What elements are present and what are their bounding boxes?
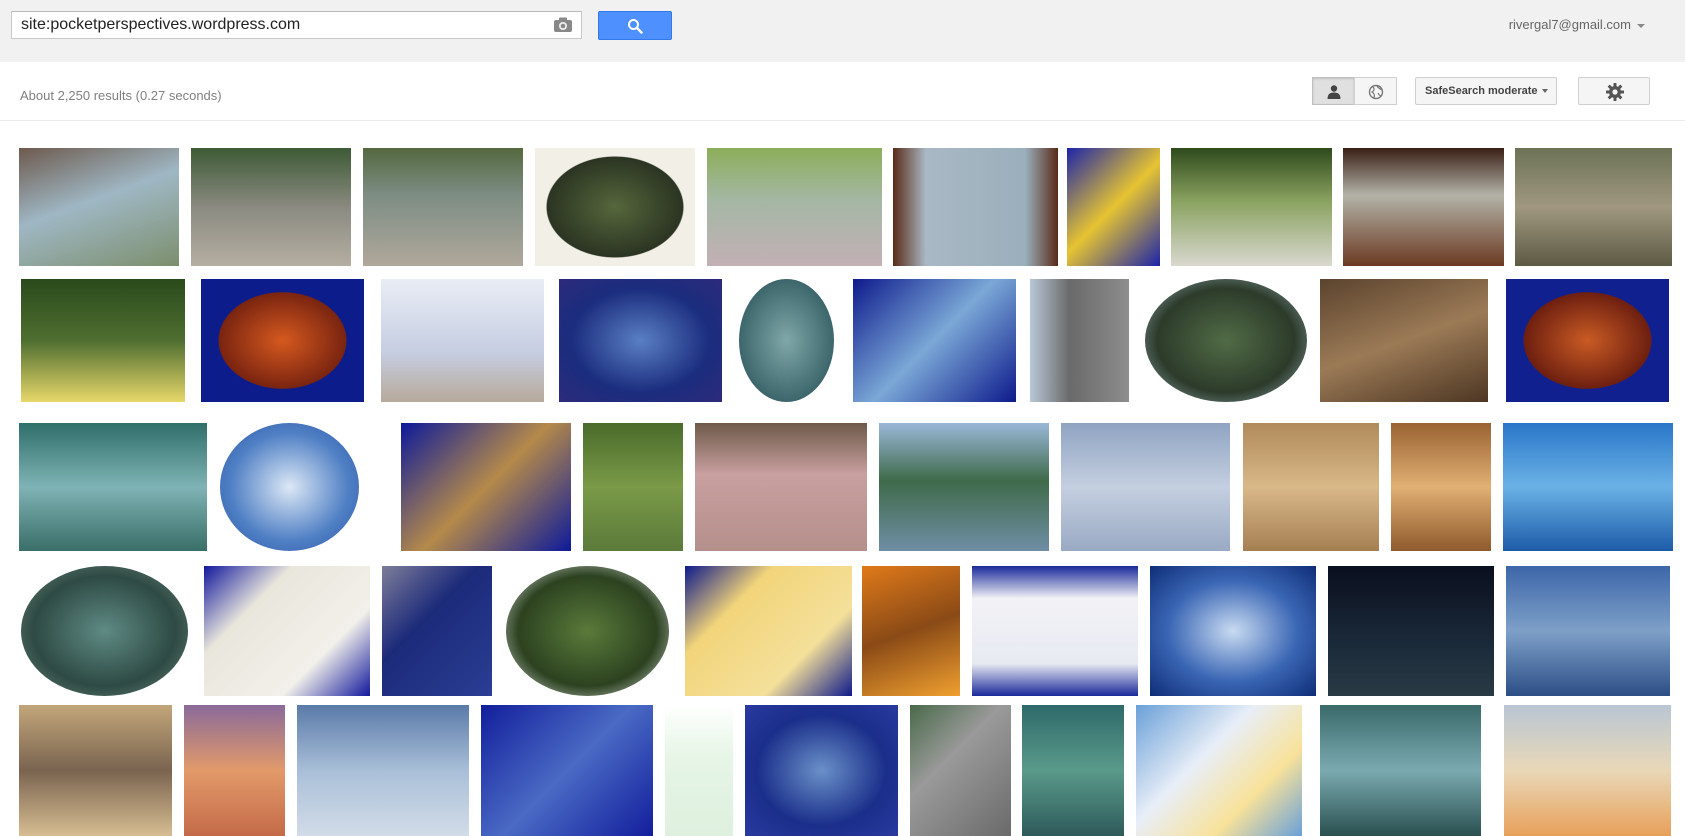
image-result-thumbnail[interactable] [19,423,207,551]
image-result-thumbnail[interactable] [184,705,285,836]
safesearch-label: SafeSearch moderate [1425,85,1538,97]
image-result-thumbnail[interactable] [739,279,834,402]
image-result-thumbnail[interactable] [204,566,370,696]
image-result-thumbnail[interactable] [1022,705,1124,836]
image-result-thumbnail[interactable] [695,423,867,551]
image-result-thumbnail[interactable] [1320,279,1488,402]
image-result-thumbnail[interactable] [220,423,359,551]
image-result-thumbnail[interactable] [862,566,960,696]
camera-icon[interactable] [552,16,574,34]
image-result-thumbnail[interactable] [559,279,722,402]
top-bar: rivergal7@gmail.com [0,0,1685,63]
image-result-thumbnail[interactable] [19,148,179,266]
image-result-thumbnail[interactable] [19,705,172,836]
image-result-thumbnail[interactable] [1061,423,1230,551]
image-result-thumbnail[interactable] [21,566,188,696]
image-result-thumbnail[interactable] [583,423,683,551]
image-result-thumbnail[interactable] [1328,566,1494,696]
image-result-thumbnail[interactable] [506,566,669,696]
image-result-thumbnail[interactable] [1150,566,1316,696]
image-result-thumbnail[interactable] [853,279,1016,402]
image-result-thumbnail[interactable] [1136,705,1302,836]
image-result-thumbnail[interactable] [21,279,185,402]
image-result-thumbnail[interactable] [893,148,1058,266]
image-result-thumbnail[interactable] [685,566,852,696]
settings-button[interactable] [1578,77,1650,105]
chevron-down-icon [1541,89,1548,94]
magnifier-icon [628,19,643,34]
image-result-thumbnail[interactable] [481,705,653,836]
image-result-thumbnail[interactable] [401,423,571,551]
image-result-thumbnail[interactable] [191,148,351,266]
image-result-thumbnail[interactable] [535,148,695,266]
image-results-grid [0,120,1685,836]
search-box[interactable] [11,11,582,39]
image-result-thumbnail[interactable] [382,566,492,696]
image-result-thumbnail[interactable] [1030,279,1129,402]
image-result-thumbnail[interactable] [1145,279,1307,402]
image-result-thumbnail[interactable] [1504,705,1671,836]
image-result-thumbnail[interactable] [363,148,523,266]
search-button[interactable] [598,11,672,40]
image-result-thumbnail[interactable] [1515,148,1672,266]
results-stats: About 2,250 results (0.27 seconds) [20,88,222,103]
image-result-thumbnail[interactable] [665,705,733,836]
personal-results-button[interactable] [1312,77,1355,105]
image-result-thumbnail[interactable] [381,279,544,402]
image-result-thumbnail[interactable] [1067,148,1160,266]
image-result-thumbnail[interactable] [1506,279,1669,402]
chevron-down-icon [1637,23,1645,28]
image-result-thumbnail[interactable] [707,148,882,266]
image-result-thumbnail[interactable] [1506,566,1670,696]
hide-personal-results-button[interactable] [1354,77,1397,105]
search-input[interactable] [12,12,547,38]
image-result-thumbnail[interactable] [1391,423,1491,551]
image-result-thumbnail[interactable] [910,705,1011,836]
results-toolbar: About 2,250 results (0.27 seconds) SafeS… [0,62,1685,121]
image-result-thumbnail[interactable] [1503,423,1673,551]
image-result-thumbnail[interactable] [879,423,1049,551]
image-result-thumbnail[interactable] [745,705,898,836]
image-result-thumbnail[interactable] [972,566,1138,696]
globe-icon [1368,84,1384,100]
image-result-thumbnail[interactable] [201,279,364,402]
image-result-thumbnail[interactable] [1171,148,1332,266]
person-icon [1327,85,1341,99]
image-result-thumbnail[interactable] [1343,148,1504,266]
image-result-thumbnail[interactable] [1243,423,1379,551]
image-result-thumbnail[interactable] [1320,705,1481,836]
image-result-thumbnail[interactable] [297,705,469,836]
gear-icon [1606,83,1624,101]
account-menu[interactable]: rivergal7@gmail.com [1509,17,1645,32]
safesearch-dropdown[interactable]: SafeSearch moderate [1415,77,1557,105]
account-email: rivergal7@gmail.com [1508,17,1631,32]
